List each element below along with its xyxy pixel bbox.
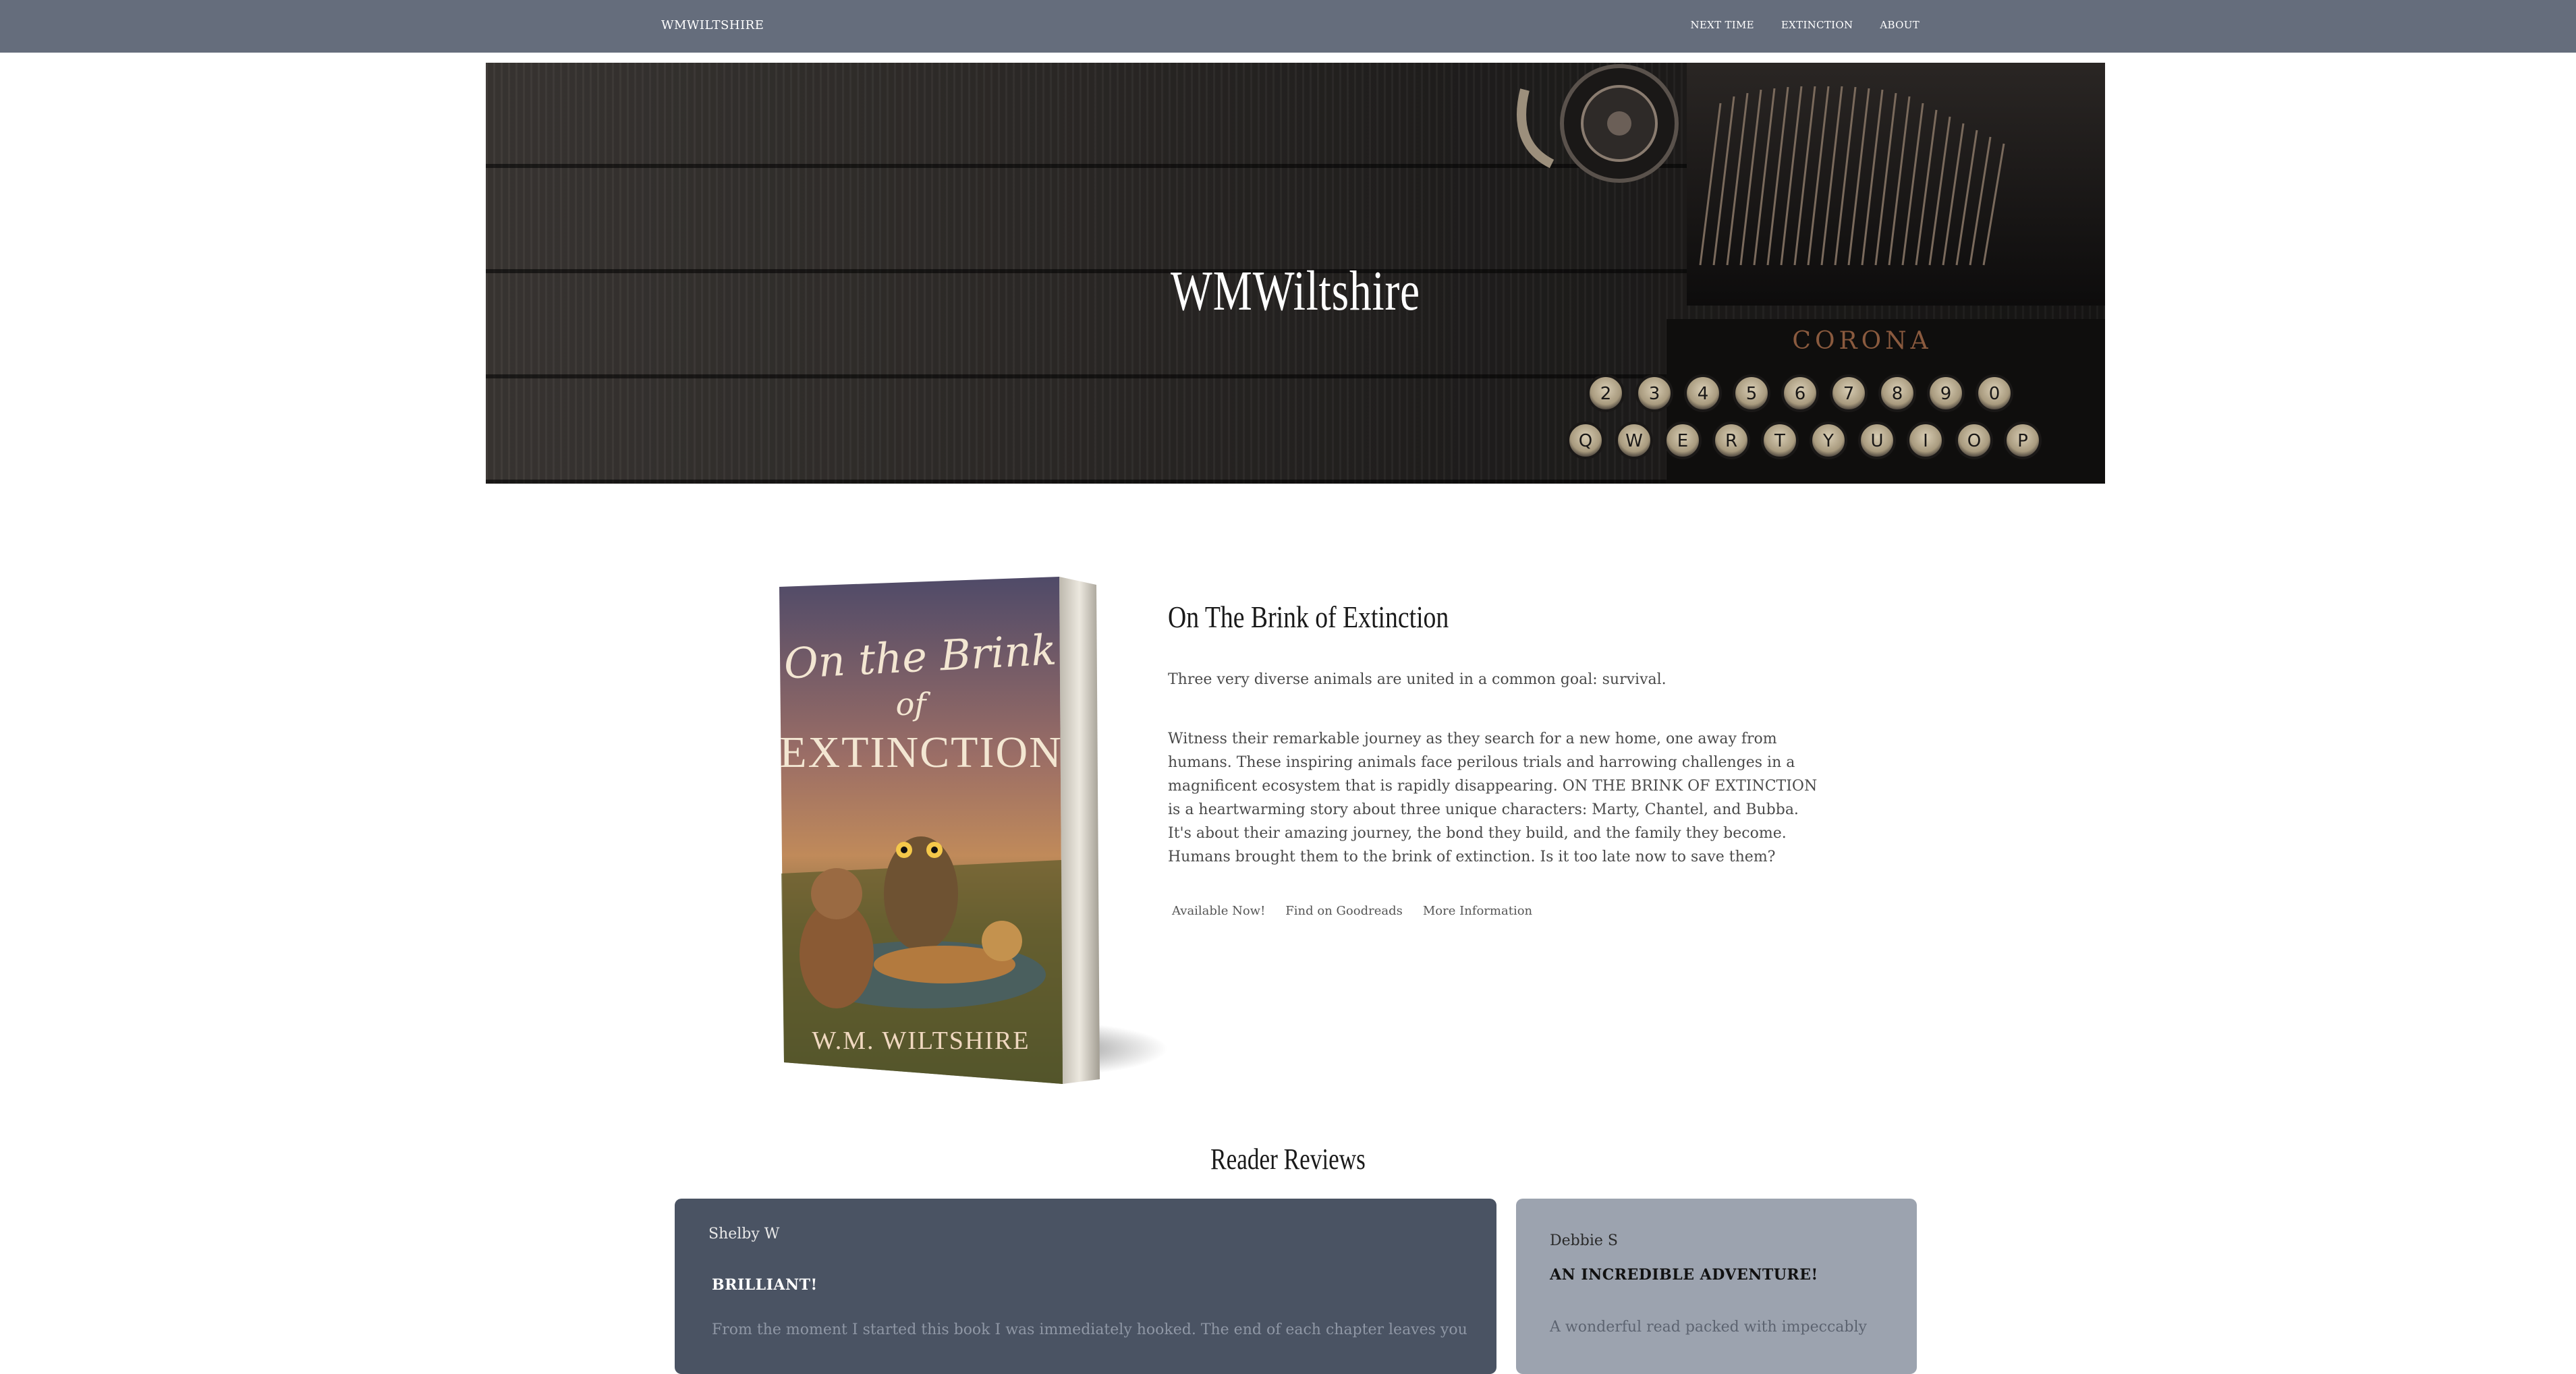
review-title: BRILLIANT! [712,1276,818,1294]
typewriter-key-label: 0 [1989,384,2000,404]
typewriter-key-label: 7 [1843,384,1855,404]
navbar: WMWILTSHIRE NEXT TIME EXTINCTION ABOUT [0,0,2576,53]
goodreads-link[interactable]: Find on Goodreads [1285,904,1403,918]
cover-author: W.M. WILTSHIRE [812,1027,1030,1055]
typewriter-key-label: Q [1579,431,1592,451]
available-now-link[interactable]: Available Now! [1172,904,1265,918]
typewriter-key-label: Y [1822,431,1834,451]
review-text: A wonderful read packed with impeccably [1550,1319,1867,1336]
typewriter-key-label: 5 [1746,384,1758,404]
typewriter-key-label: U [1870,431,1883,451]
typewriter-key-label: 9 [1940,384,1952,404]
typewriter-key-label: P [2017,431,2028,451]
typewriter-key-label: 3 [1649,384,1660,404]
typewriter-key-label: W [1625,431,1643,451]
typewriter-key-label: 6 [1795,384,1806,404]
review-text: From the moment I started this book I wa… [712,1321,1467,1338]
hero-title: WMWiltshire [1171,260,1420,322]
typewriter-key-label: 2 [1600,384,1612,404]
book-links: Available Now! Find on Goodreads More In… [1172,904,1532,918]
book-tagline: Three very diverse animals are united in… [1168,671,1667,688]
typewriter-key-label: T [1774,431,1785,451]
reviewer-name: Debbie S [1550,1232,1618,1249]
typewriter-key-label: 8 [1892,384,1903,404]
nav-link-extinction[interactable]: EXTINCTION [1781,19,1853,31]
typewriter-key-label: O [1967,431,1981,451]
reviews-heading: Reader Reviews [1210,1143,1366,1176]
typewriter-key-label: I [1923,431,1928,451]
book-description: Witness their remarkable journey as they… [1168,731,1818,865]
review-title: AN INCREDIBLE ADVENTURE! [1550,1266,1818,1284]
nav-link-next-time[interactable]: NEXT TIME [1690,19,1754,31]
book-title: On The Brink of Extinction [1168,600,1449,634]
typewriter-key-label: 4 [1698,384,1709,404]
typewriter-brand: CORONA [1792,327,1932,355]
typewriter-key-label: E [1677,431,1688,451]
cover-title-line3: EXTINCTION [779,728,1063,777]
review-card: Shelby W BRILLIANT! From the moment I st… [675,1199,1496,1374]
typewriter-key-label: R [1725,431,1737,451]
cover-title-line2: of [896,686,931,722]
reviewer-name: Shelby W [708,1226,780,1242]
more-information-link[interactable]: More Information [1423,904,1532,918]
brand-link[interactable]: WMWILTSHIRE [661,18,764,32]
nav-links: NEXT TIME EXTINCTION ABOUT [1690,19,1920,31]
review-card: Debbie S AN INCREDIBLE ADVENTURE! A wond… [1516,1199,1917,1374]
hero-banner: CORONA 2 3 4 5 6 7 8 9 0 Q W E R T Y U I O P WMWiltshire [486,63,2105,484]
nav-link-about[interactable]: ABOUT [1880,19,1920,31]
book-cover-image: On the Brink of EXTINCTION W.M. WILTSHIR… [776,577,1174,1096]
